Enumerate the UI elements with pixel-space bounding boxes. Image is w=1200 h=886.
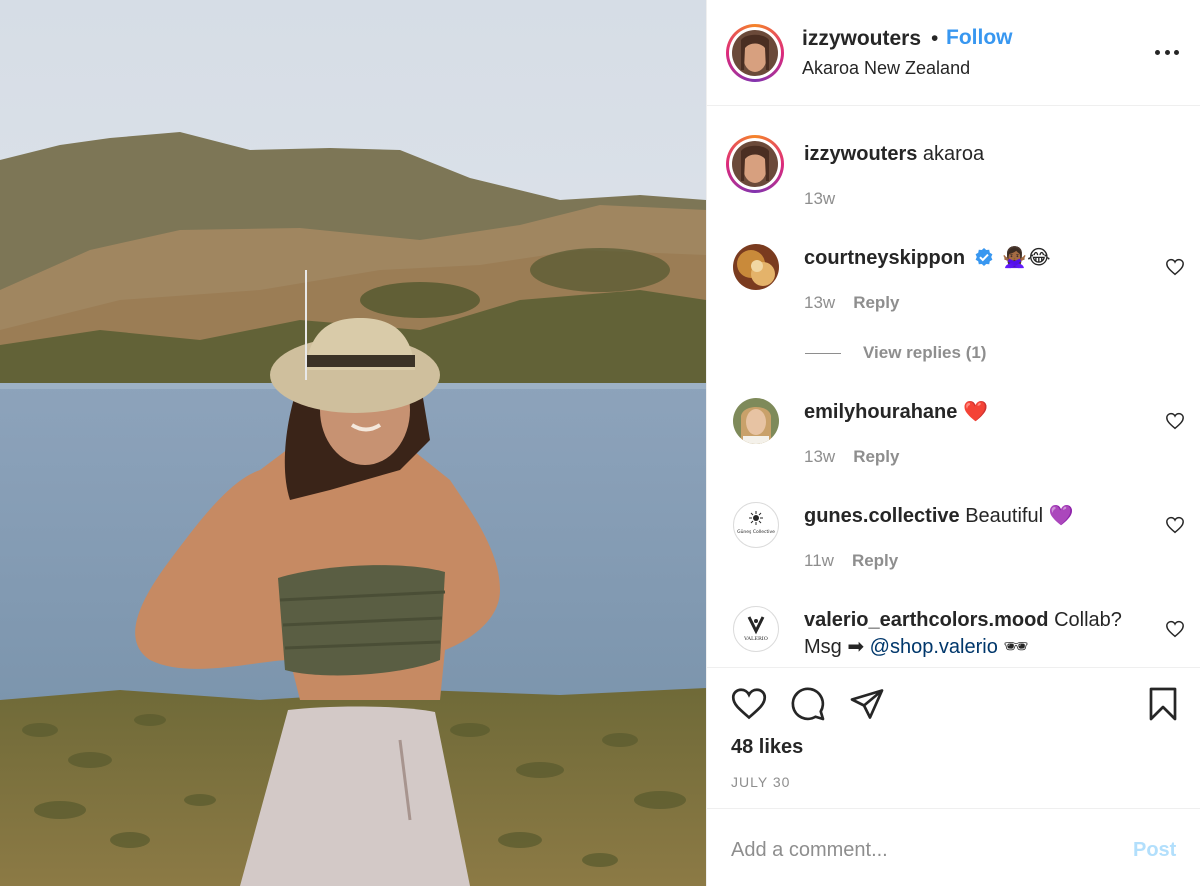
caption-body: akaroa <box>922 143 985 165</box>
gunes-logo-text: Güneş Collective <box>737 529 775 535</box>
commenter-avatar[interactable] <box>733 398 779 444</box>
reply-button[interactable]: Reply <box>852 551 898 570</box>
reply-button[interactable]: Reply <box>853 447 899 466</box>
comment-body: 🙅🏾‍♀️😂 <box>1002 247 1051 269</box>
reply-button[interactable]: Reply <box>853 293 899 312</box>
post-details-panel: izzywouters • Follow Akaroa New Zealand … <box>706 0 1200 886</box>
like-comment-heart-icon[interactable] <box>1165 412 1185 430</box>
commenter-avatar[interactable]: VALERIO <box>733 606 779 652</box>
caption-time[interactable]: 13w <box>804 189 835 208</box>
comment-meta: 13w Reply <box>804 447 899 467</box>
comment-body: Beautiful 💜 <box>965 505 1074 527</box>
comment-body: ❤️ <box>962 401 988 423</box>
post-comment-button[interactable]: Post <box>1133 839 1176 862</box>
commenter-avatar[interactable]: Güneş Collective <box>733 502 779 548</box>
author-photo <box>732 30 778 76</box>
comments-list[interactable]: izzywouters akaroa 13w courtneyskippon 🙅… <box>707 107 1200 667</box>
valerio-logo-avatar: VALERIO <box>743 616 768 642</box>
comment-time[interactable]: 11w <box>804 551 834 570</box>
comment-text: emilyhourahane ❤️ <box>804 399 1144 426</box>
comment-text: gunes.collective Beautiful 💜 <box>804 503 1144 530</box>
comment-time[interactable]: 13w <box>804 293 835 312</box>
caption-avatar-photo <box>732 141 778 187</box>
comment-username[interactable]: valerio_earthcolors.mood <box>804 609 1049 631</box>
more-options-icon[interactable] <box>1155 40 1179 64</box>
view-replies-button[interactable]: View replies (1) <box>805 343 986 363</box>
author-username[interactable]: izzywouters <box>802 27 921 51</box>
caption-avatar[interactable] <box>726 135 784 193</box>
replies-divider-line <box>805 352 841 354</box>
commenter-photo <box>733 398 779 444</box>
comment-mention-link[interactable]: @shop.valerio <box>870 636 998 658</box>
like-comment-heart-icon[interactable] <box>1165 516 1185 534</box>
post-actions: 48 likes JULY 30 <box>707 667 1200 807</box>
comment-username[interactable]: emilyhourahane <box>804 401 957 423</box>
like-comment-heart-icon[interactable] <box>1165 258 1185 276</box>
like-heart-icon[interactable] <box>731 686 767 722</box>
location-link[interactable]: Akaroa New Zealand <box>802 58 970 79</box>
likes-count[interactable]: 48 likes <box>731 736 803 759</box>
post-photo[interactable] <box>0 0 706 886</box>
valerio-logo-text: VALERIO <box>743 636 768 642</box>
comment-username[interactable]: courtneyskippon <box>804 247 965 269</box>
comment-bubble-icon[interactable] <box>790 686 826 722</box>
separator-dot: • <box>931 27 939 50</box>
save-bookmark-icon[interactable] <box>1145 686 1181 722</box>
comment-time[interactable]: 13w <box>804 447 835 466</box>
commenter-photo <box>733 244 779 290</box>
comment-username[interactable]: gunes.collective <box>804 505 960 527</box>
caption-text: izzywouters akaroa <box>804 141 1144 168</box>
add-comment-input[interactable]: Add a comment... <box>731 839 888 862</box>
caption-meta: 13w <box>804 189 835 209</box>
author-avatar[interactable] <box>726 24 784 82</box>
comment-meta: 13w Reply <box>804 293 899 313</box>
follow-button[interactable]: Follow <box>946 26 1013 50</box>
like-comment-heart-icon[interactable] <box>1165 620 1185 638</box>
view-replies-label: View replies (1) <box>863 343 987 362</box>
comment-text: valerio_earthcolors.mood Collab? Msg ➡ @… <box>804 607 1144 661</box>
post-date: JULY 30 <box>731 774 791 790</box>
comment-body-end: 🕶 <box>997 636 1029 658</box>
comment-meta: 11w Reply <box>804 551 898 571</box>
add-comment-bar: Add a comment... Post <box>707 808 1200 886</box>
share-paper-plane-icon[interactable] <box>849 686 885 722</box>
gunes-logo-avatar: Güneş Collective <box>737 511 775 535</box>
verified-badge-icon <box>975 248 993 266</box>
commenter-avatar[interactable] <box>733 244 779 290</box>
comment-text: courtneyskippon 🙅🏾‍♀️😂 <box>804 245 1144 272</box>
post-header: izzywouters • Follow Akaroa New Zealand <box>707 0 1200 106</box>
caption-username[interactable]: izzywouters <box>804 143 917 165</box>
